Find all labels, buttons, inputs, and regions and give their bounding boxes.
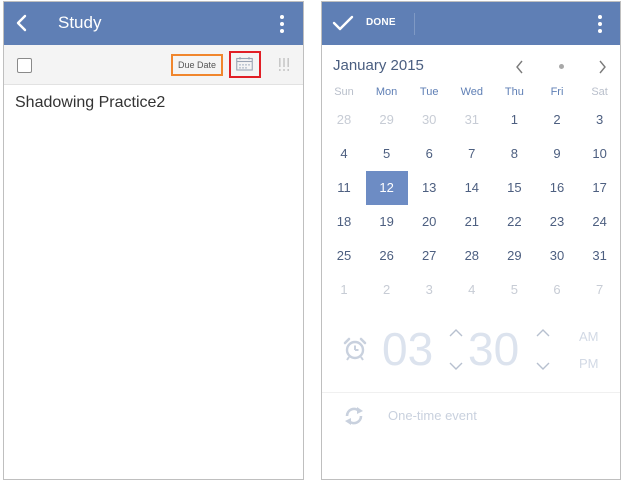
weekday-label: Fri	[550, 86, 564, 98]
today-dot-icon[interactable]	[559, 64, 564, 69]
task-toolbar: Due Date	[4, 45, 303, 85]
am-option[interactable]: AM	[579, 329, 599, 344]
calendar-day-outside: 7	[595, 282, 604, 297]
calendar-day[interactable]: 12	[365, 171, 408, 205]
calendar-day-outside: 28	[336, 112, 352, 127]
app-bar: DONE	[322, 2, 620, 45]
calendar-day[interactable]: 5	[366, 137, 408, 171]
weekday-label: Mon	[375, 86, 398, 98]
calendar-day[interactable]: 28	[451, 239, 493, 273]
page-title: Study	[58, 13, 102, 32]
calendar-day[interactable]: 26	[366, 239, 408, 273]
alarm-clock-icon	[343, 337, 367, 361]
calendar-grid: 28 29 30 31 1 2 3 4 5 6 7 8 9 10 11 12 13 14 15 16 17 18 19 20 2…	[322, 103, 620, 307]
weekday-header: Sun Mon Tue Wed Thu Fri Sat	[322, 86, 620, 102]
calendar-day-outside: 29	[379, 112, 394, 127]
weekday-label: Sun	[334, 86, 354, 98]
back-arrow-icon[interactable]	[10, 11, 34, 35]
weekday-label: Tue	[419, 86, 439, 98]
more-options-icon[interactable]	[597, 15, 603, 33]
calendar-day[interactable]: 25	[323, 239, 365, 273]
calendar-day[interactable]: 8	[493, 137, 535, 171]
date-picker-screen: DONE January 2015 Sun Mon Tue Wed Thu Fri Sat …	[321, 1, 621, 480]
hour-value[interactable]: 03	[382, 322, 433, 376]
calendar-day-outside: 5	[510, 282, 518, 297]
next-month-icon[interactable]	[597, 60, 607, 74]
weekday-label: Wed	[460, 86, 483, 98]
calendar-day[interactable]: 31	[579, 239, 620, 273]
task-checkbox[interactable]	[17, 58, 32, 73]
time-picker: 03 30 AM PM	[322, 320, 620, 390]
calendar-day-outside: 2	[382, 282, 391, 297]
calendar-day-outside: 31	[464, 112, 480, 127]
divider	[414, 13, 415, 35]
calendar-day[interactable]: 9	[536, 137, 578, 171]
app-bar: Study	[4, 2, 303, 45]
minute-value[interactable]: 30	[468, 322, 519, 376]
calendar-day[interactable]: 27	[408, 239, 450, 273]
priority-icon[interactable]	[278, 58, 290, 72]
previous-month-icon[interactable]	[515, 60, 525, 74]
weekday-label: Sat	[591, 86, 608, 98]
minute-up-icon[interactable]	[536, 328, 550, 337]
calendar-day-outside: 4	[468, 282, 476, 297]
calendar-icon	[236, 57, 253, 71]
calendar-day[interactable]: 13	[408, 171, 450, 205]
calendar-day[interactable]: 16	[536, 171, 578, 205]
calendar-day[interactable]: 6	[408, 137, 450, 171]
calendar-day[interactable]: 20	[408, 205, 450, 239]
calendar-day[interactable]: 7	[451, 137, 493, 171]
repeat-icon	[345, 407, 363, 425]
calendar-day[interactable]: 17	[579, 171, 620, 205]
due-date-button[interactable]: Due Date	[171, 54, 223, 76]
calendar-button[interactable]	[229, 51, 261, 78]
repeat-label: One-time event	[388, 408, 477, 423]
task-screen: Study Due Date Shadowing Practice2	[3, 1, 304, 480]
calendar-day-outside: 30	[421, 112, 437, 127]
calendar-day[interactable]: 2	[536, 103, 578, 137]
month-title: January 2015	[333, 57, 424, 74]
calendar-day[interactable]: 3	[579, 103, 620, 137]
calendar-day[interactable]: 11	[323, 171, 365, 205]
weekday-label: Thu	[504, 86, 524, 98]
repeat-option[interactable]: One-time event	[322, 392, 620, 438]
calendar-day[interactable]: 4	[323, 137, 365, 171]
calendar-day[interactable]: 1	[493, 103, 535, 137]
calendar-day[interactable]: 22	[493, 205, 535, 239]
checkmark-icon[interactable]	[332, 14, 354, 32]
calendar-day-outside: 3	[425, 282, 433, 297]
more-options-icon[interactable]	[279, 15, 285, 33]
calendar-day[interactable]: 29	[493, 239, 535, 273]
calendar-day-outside: 1	[340, 282, 348, 297]
minute-down-icon[interactable]	[536, 362, 550, 371]
calendar-day[interactable]: 18	[323, 205, 365, 239]
calendar-day[interactable]: 21	[451, 205, 493, 239]
calendar-day-outside: 6	[553, 282, 561, 297]
calendar-day[interactable]: 19	[366, 205, 408, 239]
calendar-day[interactable]: 14	[451, 171, 493, 205]
pm-option[interactable]: PM	[579, 356, 599, 371]
done-button[interactable]: DONE	[366, 17, 396, 28]
calendar-day[interactable]: 24	[579, 205, 620, 239]
hour-down-icon[interactable]	[449, 362, 463, 371]
hour-up-icon[interactable]	[449, 328, 463, 337]
calendar-day[interactable]: 10	[579, 137, 620, 171]
calendar-day[interactable]: 15	[493, 171, 535, 205]
calendar-day[interactable]: 23	[536, 205, 578, 239]
calendar-day[interactable]: 30	[536, 239, 578, 273]
task-title[interactable]: Shadowing Practice2	[15, 94, 165, 112]
